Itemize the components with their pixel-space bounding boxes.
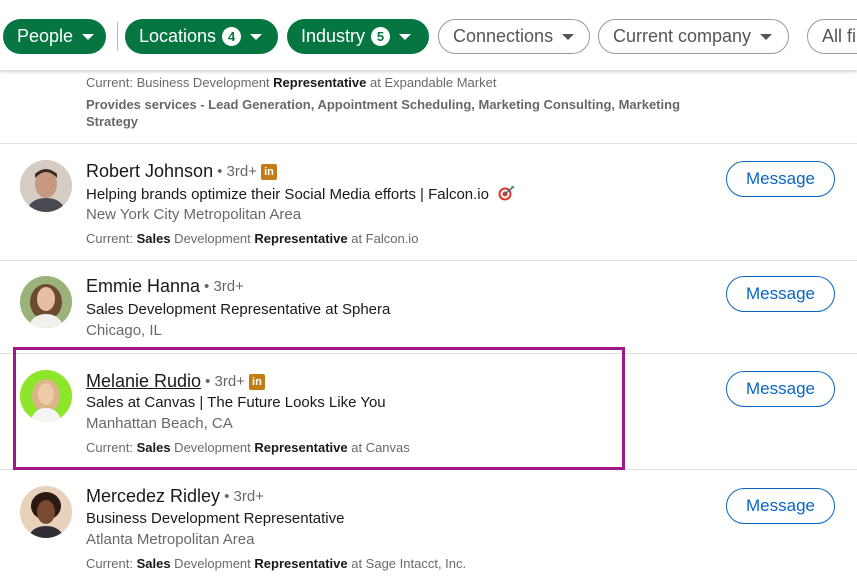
person-name[interactable]: Mercedez Ridley xyxy=(86,486,220,507)
filter-locations-count: 4 xyxy=(222,27,242,46)
filter-divider xyxy=(117,22,118,51)
linkedin-premium-icon: in xyxy=(260,163,277,180)
chevron-down-icon xyxy=(562,33,575,40)
filter-connections-label: Connections xyxy=(453,26,554,46)
list-item: Mercedez Ridley • 3rd+ Business Developm… xyxy=(0,470,857,578)
person-location: New York City Metropolitan Area xyxy=(86,206,302,223)
filter-locations-label: Locations xyxy=(139,26,217,46)
current-prefix: Current: Business Development xyxy=(86,75,274,90)
person-headline: Sales Development Representative at Sphe… xyxy=(86,301,391,318)
avatar[interactable] xyxy=(20,486,72,538)
message-button[interactable]: Message xyxy=(726,488,835,524)
chevron-down-icon xyxy=(82,33,95,40)
current-keyword: Representative xyxy=(254,231,348,246)
current-suffix: at Falcon.io xyxy=(347,231,419,246)
current-mid: Development xyxy=(170,231,255,246)
name-row: Robert Johnson • 3rd+ in xyxy=(86,161,277,182)
current-position: Current: Business Development Representa… xyxy=(86,75,496,90)
current-label: Current: xyxy=(86,231,137,246)
current-position: Current: Sales Development Representativ… xyxy=(86,556,466,571)
name-row: Emmie Hanna • 3rd+ xyxy=(86,276,244,297)
message-button[interactable]: Message xyxy=(726,161,835,197)
current-suffix: at Sage Intacct, Inc. xyxy=(347,556,467,571)
person-headline-text: Helping brands optimize their Social Med… xyxy=(86,186,489,203)
current-keyword: Sales xyxy=(136,556,171,571)
avatar[interactable] xyxy=(20,276,72,328)
filter-industry-label: Industry xyxy=(301,26,366,46)
all-filters-button[interactable]: All fi xyxy=(807,19,857,54)
person-headline: Helping brands optimize their Social Med… xyxy=(86,185,515,203)
connection-degree: • 3rd+ xyxy=(204,278,244,295)
chevron-down-icon xyxy=(250,33,263,40)
current-role-bold: Representative xyxy=(273,75,367,90)
highlight-box xyxy=(13,347,625,470)
avatar[interactable] xyxy=(20,160,72,212)
list-item: Current: Business Development Representa… xyxy=(0,70,857,143)
filter-connections-button[interactable]: Connections xyxy=(438,19,590,54)
all-filters-label: All fi xyxy=(822,26,857,46)
person-location: Atlanta Metropolitan Area xyxy=(86,531,255,548)
filter-locations-button[interactable]: Locations 4 xyxy=(125,19,278,54)
chevron-down-icon xyxy=(399,33,412,40)
filter-industry-button[interactable]: Industry 5 xyxy=(287,19,429,54)
search-filter-bar: People Locations 4 Industry 5 Connection… xyxy=(0,0,857,70)
connection-degree: • 3rd+ xyxy=(217,163,257,180)
message-button[interactable]: Message xyxy=(726,371,835,407)
current-suffix: at Expandable Market xyxy=(366,75,497,90)
person-name[interactable]: Emmie Hanna xyxy=(86,276,200,297)
person-location: Chicago, IL xyxy=(86,322,162,339)
filter-people-label: People xyxy=(17,26,74,46)
filter-industry-count: 5 xyxy=(371,27,391,46)
current-keyword: Sales xyxy=(136,231,171,246)
current-keyword: Representative xyxy=(254,556,348,571)
filter-current-company-label: Current company xyxy=(613,26,752,46)
chevron-down-icon xyxy=(760,33,773,40)
list-item: Robert Johnson • 3rd+ in Helping brands … xyxy=(0,144,857,260)
person-headline: Business Development Representative xyxy=(86,510,345,527)
person-name[interactable]: Robert Johnson xyxy=(86,161,213,182)
message-button[interactable]: Message xyxy=(726,276,835,312)
result-summary: Provides services - Lead Generation, App… xyxy=(86,97,681,129)
connection-degree: • 3rd+ xyxy=(224,488,264,505)
filter-people-button[interactable]: People xyxy=(3,19,106,54)
target-icon xyxy=(498,186,515,201)
current-label: Current: xyxy=(86,556,137,571)
name-row: Mercedez Ridley • 3rd+ xyxy=(86,486,264,507)
filter-current-company-button[interactable]: Current company xyxy=(598,19,789,54)
current-mid: Development xyxy=(170,556,255,571)
current-position: Current: Sales Development Representativ… xyxy=(86,231,418,246)
